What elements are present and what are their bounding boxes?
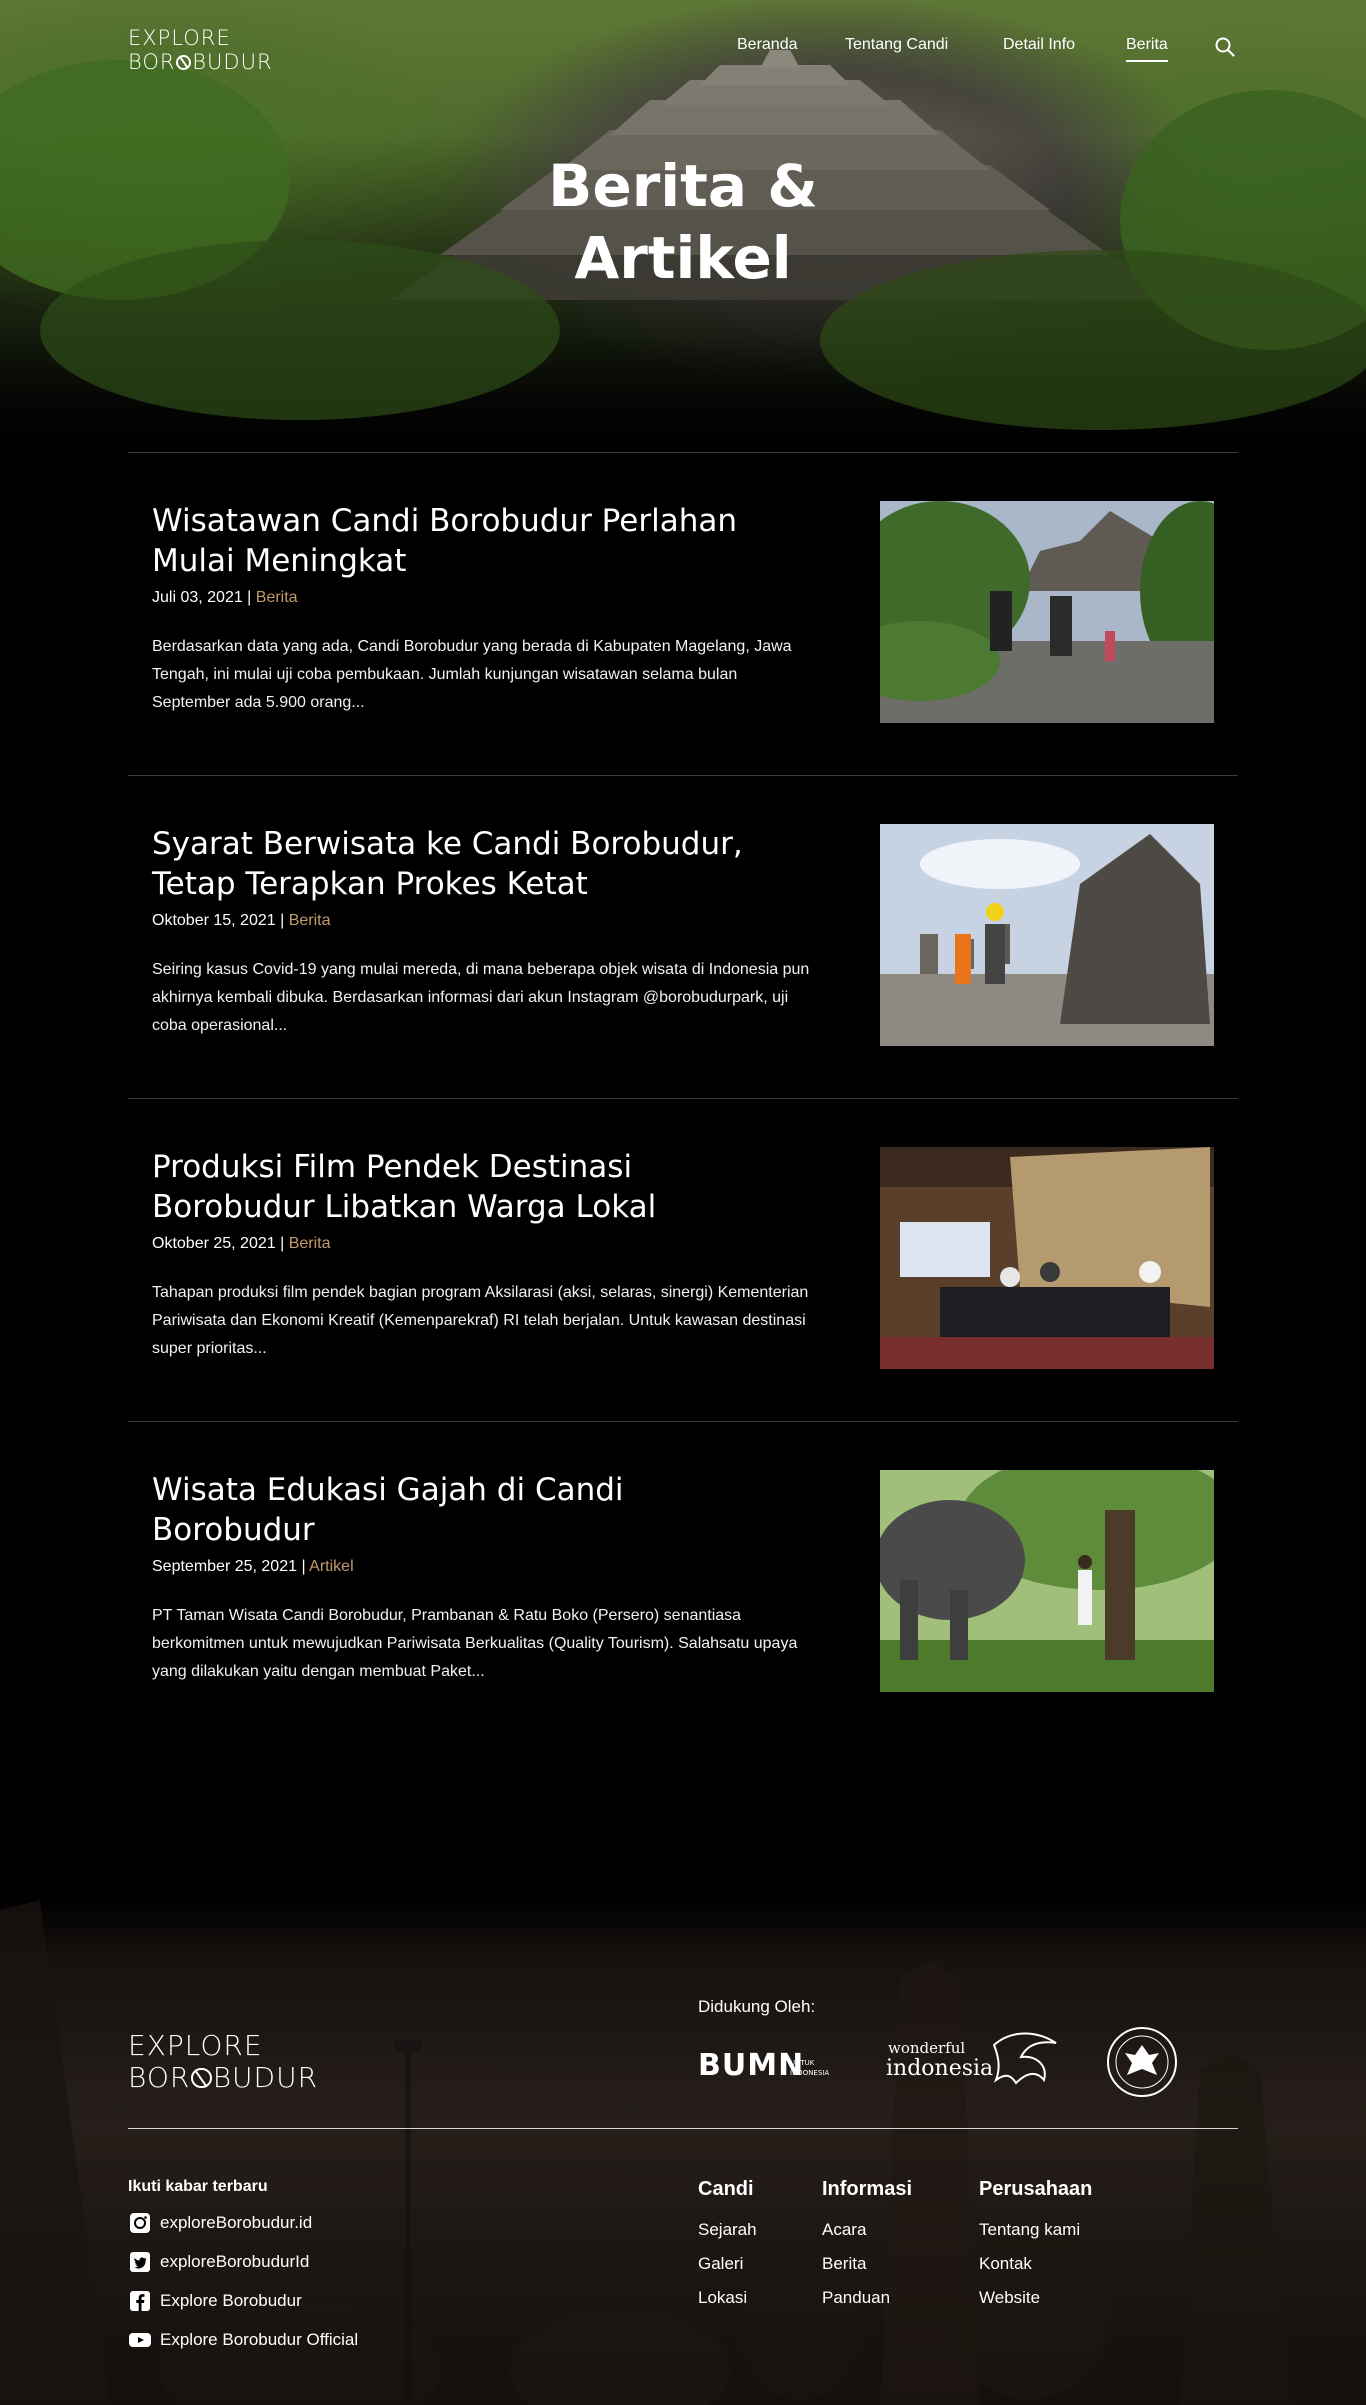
article-title[interactable]: Wisata Edukasi Gajah di Candi Borobudur <box>152 1470 792 1550</box>
bumn-logo[interactable]: BUMN UNTUK INDONESIA <box>698 2025 848 2100</box>
svg-text:indonesia: indonesia <box>886 2056 993 2081</box>
page-title: Berita & Artikel <box>548 152 818 292</box>
footer-link-website[interactable]: Website <box>979 2281 1092 2315</box>
article-card: Produksi Film Pendek Destinasi Borobudur… <box>128 1099 1238 1422</box>
article-thumbnail[interactable] <box>880 1147 1214 1369</box>
article-title[interactable]: Produksi Film Pendek Destinasi Borobudur… <box>152 1147 792 1227</box>
footer-col-candi: Candi Sejarah Galeri Lokasi <box>698 2178 757 2315</box>
article-meta: Oktober 15, 2021 | Berita <box>152 912 331 929</box>
footer-link-sejarah[interactable]: Sejarah <box>698 2213 757 2247</box>
nav-berita[interactable]: Berita <box>1126 36 1168 62</box>
footer-link-tentang-kami[interactable]: Tentang kami <box>979 2213 1092 2247</box>
nav-tentang-candi[interactable]: Tentang Candi <box>845 36 948 54</box>
article-category[interactable]: Artikel <box>309 1558 353 1575</box>
article-meta: Oktober 25, 2021 | Berita <box>152 1235 331 1252</box>
logo-line2: BOR BUDUR <box>128 2061 319 2095</box>
article-date: Oktober 25, 2021 <box>152 1235 276 1252</box>
footer-link-panduan[interactable]: Panduan <box>822 2281 912 2315</box>
footer-logo[interactable]: EXPLORE BOR BUDUR <box>128 2029 319 2095</box>
kementerian-seal-logo[interactable] <box>1105 2025 1180 2100</box>
social-youtube[interactable]: Explore Borobudur Official <box>128 2327 358 2353</box>
logo-line1: EXPLORE <box>128 2029 263 2062</box>
footer-col-perusahaan: Perusahaan Tentang kami Kontak Website <box>979 2178 1092 2315</box>
article-thumbnail[interactable] <box>880 824 1214 1046</box>
youtube-icon <box>129 2333 151 2347</box>
article-category[interactable]: Berita <box>289 912 331 929</box>
main-nav: Beranda Tentang Candi Detail Info Berita <box>0 36 1366 66</box>
social-twitter[interactable]: exploreBorobudurId <box>128 2249 309 2275</box>
footer-col-heading: Perusahaan <box>979 2178 1093 2200</box>
article-card: Wisata Edukasi Gajah di Candi Borobudur … <box>128 1422 1238 1745</box>
footer-link-lokasi[interactable]: Lokasi <box>698 2281 757 2315</box>
article-thumbnail[interactable] <box>880 1470 1214 1692</box>
article-excerpt: Berdasarkan data yang ada, Candi Borobud… <box>152 638 792 711</box>
footer-col-heading: Candi <box>698 2178 754 2200</box>
article-date: Oktober 15, 2021 <box>152 912 276 929</box>
article-category[interactable]: Berita <box>256 589 298 606</box>
supported-by-label: Didukung Oleh: <box>698 1997 816 2016</box>
social-instagram[interactable]: exploreBorobudur.id <box>128 2210 312 2236</box>
article-excerpt: Seiring kasus Covid-19 yang mulai mereda… <box>152 961 810 1034</box>
article-meta: Juli 03, 2021 | Berita <box>152 589 298 606</box>
article-category[interactable]: Berita <box>289 1235 331 1252</box>
svg-text:UNTUK: UNTUK <box>790 2059 815 2067</box>
twitter-icon <box>130 2252 150 2272</box>
footer-link-galeri[interactable]: Galeri <box>698 2247 757 2281</box>
nav-detail-info[interactable]: Detail Info <box>1003 36 1075 54</box>
article-excerpt: Tahapan produksi film pendek bagian prog… <box>152 1284 809 1357</box>
wonderful-indonesia-logo[interactable]: wonderful indonesia <box>886 2025 1066 2100</box>
footer-col-heading: Informasi <box>822 2178 913 2200</box>
article-card: Wisatawan Candi Borobudur Perlahan Mulai… <box>128 453 1238 776</box>
article-meta: September 25, 2021 | Artikel <box>152 1558 354 1575</box>
article-excerpt: PT Taman Wisata Candi Borobudur, Pramban… <box>152 1607 798 1680</box>
footer-col-informasi: Informasi Acara Berita Panduan <box>822 2178 912 2315</box>
footer-link-berita[interactable]: Berita <box>822 2247 912 2281</box>
article-date: September 25, 2021 <box>152 1558 297 1575</box>
article-thumbnail[interactable] <box>880 501 1214 723</box>
facebook-icon <box>130 2291 150 2311</box>
svg-text:INDONESIA: INDONESIA <box>790 2069 829 2077</box>
svg-text:BUMN: BUMN <box>698 2048 804 2083</box>
article-title[interactable]: Syarat Berwisata ke Candi Borobudur, Tet… <box>152 824 792 904</box>
search-icon[interactable] <box>1214 36 1236 58</box>
footer-divider <box>128 2128 1238 2129</box>
footer-link-kontak[interactable]: Kontak <box>979 2247 1092 2281</box>
footer-link-acara[interactable]: Acara <box>822 2213 912 2247</box>
follow-title: Ikuti kabar terbaru <box>128 2178 268 2195</box>
nav-beranda[interactable]: Beranda <box>737 36 798 54</box>
article-card: Syarat Berwisata ke Candi Borobudur, Tet… <box>128 776 1238 1099</box>
article-title[interactable]: Wisatawan Candi Borobudur Perlahan Mulai… <box>152 501 792 581</box>
svg-text:wonderful: wonderful <box>888 2039 965 2057</box>
social-facebook[interactable]: Explore Borobudur <box>128 2288 302 2314</box>
instagram-icon <box>130 2213 150 2233</box>
article-date: Juli 03, 2021 <box>152 589 243 606</box>
